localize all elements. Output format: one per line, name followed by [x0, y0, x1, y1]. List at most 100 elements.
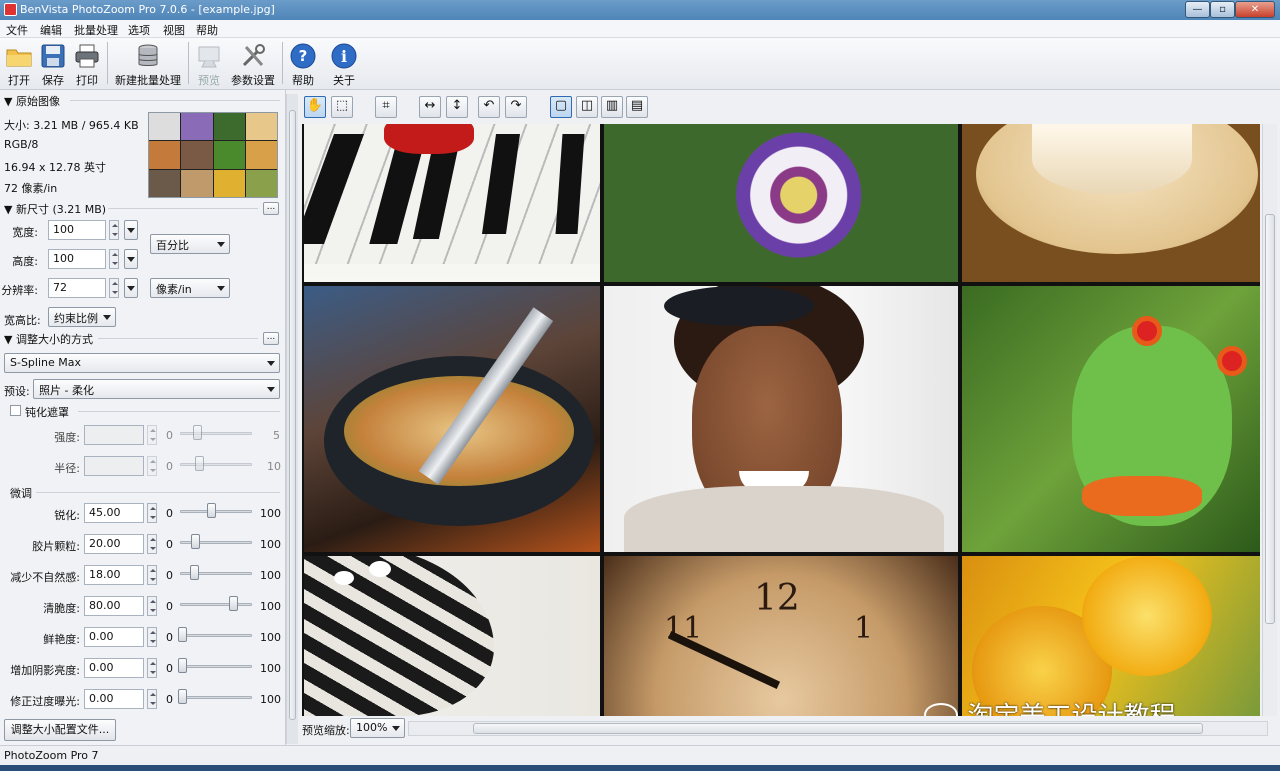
- close-button[interactable]: ✕: [1235, 1, 1275, 18]
- menu-batch[interactable]: 批量处理: [74, 22, 118, 38]
- preview-vertical-scrollbar[interactable]: [1262, 124, 1277, 716]
- height-spinner[interactable]: [109, 249, 119, 269]
- left-panel-scrollbar[interactable]: [286, 94, 298, 744]
- fine-tune-spinner[interactable]: [147, 627, 157, 647]
- single-view-button[interactable]: ▢: [550, 96, 572, 118]
- fit-height-button[interactable]: ↕: [446, 96, 468, 118]
- fine-tune-input[interactable]: 0.00: [84, 689, 144, 709]
- preset-select[interactable]: 照片 - 柔化: [33, 379, 280, 399]
- print-button[interactable]: 打印: [68, 41, 106, 87]
- fine-tune-max: 100: [260, 693, 281, 706]
- about-button[interactable]: i 关于: [325, 41, 363, 87]
- help-button[interactable]: ? 帮助: [284, 41, 322, 87]
- split-view-icon: ◫: [580, 98, 594, 113]
- height-input[interactable]: 100: [48, 249, 106, 269]
- menu-options[interactable]: 选项: [128, 22, 150, 38]
- preview-horizontal-scrollbar[interactable]: [408, 721, 1268, 736]
- original-image-header[interactable]: ▼ 原始图像: [4, 93, 60, 109]
- aspect-select[interactable]: 约束比例: [48, 307, 116, 327]
- unsharp-mask-checkbox[interactable]: [10, 405, 21, 416]
- size-unit-select[interactable]: 百分比: [150, 234, 230, 254]
- resize-profile-button[interactable]: 调整大小配置文件...: [4, 719, 116, 741]
- rotate-right-button[interactable]: ↷: [505, 96, 527, 118]
- rotate-left-button[interactable]: ↶: [478, 96, 500, 118]
- fine-tune-label: 胶片颗粒:: [32, 540, 80, 553]
- fine-tune-spinner[interactable]: [147, 503, 157, 523]
- fine-tune-slider-track[interactable]: [180, 665, 252, 668]
- fine-tune-input[interactable]: 45.00: [84, 503, 144, 523]
- strength-slider-thumb[interactable]: [193, 425, 202, 440]
- fine-tune-slider-track[interactable]: [180, 510, 252, 513]
- resize-method-select[interactable]: S-Spline Max: [4, 353, 280, 373]
- strength-input[interactable]: [84, 425, 144, 445]
- image-preview[interactable]: 12 11 1 淘宝美工设计教程: [302, 124, 1260, 716]
- fine-tune-spinner[interactable]: [147, 596, 157, 616]
- fine-tune-slider-thumb[interactable]: [191, 534, 200, 549]
- width-unit-dropdown[interactable]: [124, 220, 138, 240]
- fine-tune-input[interactable]: 80.00: [84, 596, 144, 616]
- resolution-unit-select[interactable]: 像素/in: [150, 278, 230, 298]
- fine-tune-spinner[interactable]: [147, 689, 157, 709]
- strength-spinner[interactable]: [147, 425, 157, 445]
- radius-spinner[interactable]: [147, 456, 157, 476]
- resolution-spinner[interactable]: [109, 278, 119, 298]
- new-size-header[interactable]: ▼ 新尺寸 (3.21 MB): [4, 201, 106, 217]
- resolution-dropdown[interactable]: [124, 278, 138, 298]
- hand-tool-button[interactable]: ✋: [304, 96, 326, 118]
- fine-tune-spinner[interactable]: [147, 658, 157, 678]
- menu-view[interactable]: 视图: [163, 22, 185, 38]
- fine-tune-slider-thumb[interactable]: [207, 503, 216, 518]
- parameters-button[interactable]: 参数设置: [228, 41, 278, 87]
- fine-tune-slider-track[interactable]: [180, 696, 252, 699]
- fine-tune-slider-track[interactable]: [180, 603, 252, 606]
- fine-tune-min: 0: [166, 662, 173, 675]
- save-button[interactable]: 保存: [34, 41, 72, 87]
- fine-tune-spinner[interactable]: [147, 534, 157, 554]
- fine-tune-slider-track[interactable]: [180, 634, 252, 637]
- fine-tune-slider-thumb[interactable]: [178, 689, 187, 704]
- left-panel-scroll-thumb[interactable]: [289, 110, 296, 720]
- resize-method-header[interactable]: ▼ 调整大小的方式: [4, 331, 93, 347]
- fine-tune-input[interactable]: 20.00: [84, 534, 144, 554]
- radius-input[interactable]: [84, 456, 144, 476]
- radius-slider-thumb[interactable]: [195, 456, 204, 471]
- vertical-scroll-thumb[interactable]: [1265, 214, 1275, 624]
- new-size-options-button[interactable]: ...: [263, 202, 279, 215]
- coffee-cup-photo: [962, 124, 1260, 282]
- open-button[interactable]: 打开: [0, 41, 38, 87]
- stacked-view-button[interactable]: ▤: [626, 96, 648, 118]
- fine-tune-slider-thumb[interactable]: [178, 658, 187, 673]
- maximize-button[interactable]: ▫: [1210, 1, 1235, 18]
- split-view-button[interactable]: ◫: [576, 96, 598, 118]
- fine-tune-slider-thumb[interactable]: [178, 627, 187, 642]
- minimize-button[interactable]: —: [1185, 1, 1210, 18]
- radius-slider-track[interactable]: [180, 463, 252, 466]
- crop-button[interactable]: ⌗: [375, 96, 397, 118]
- strength-slider-track[interactable]: [180, 432, 252, 435]
- menu-help[interactable]: 帮助: [196, 22, 218, 38]
- fit-width-button[interactable]: ↔: [419, 96, 441, 118]
- horizontal-scroll-thumb[interactable]: [473, 723, 1203, 734]
- menu-edit[interactable]: 编辑: [40, 22, 62, 38]
- zoom-select-button[interactable]: ⬚: [331, 96, 353, 118]
- side-by-side-button[interactable]: ▥: [601, 96, 623, 118]
- status-bar: PhotoZoom Pro 7: [0, 745, 1280, 765]
- fine-tune-input[interactable]: 0.00: [84, 658, 144, 678]
- fine-tune-slider-thumb[interactable]: [229, 596, 238, 611]
- resize-method-options-button[interactable]: ...: [263, 332, 279, 345]
- width-spinner[interactable]: [109, 220, 119, 240]
- menu-file[interactable]: 文件: [6, 22, 28, 38]
- fine-tune-input[interactable]: 0.00: [84, 627, 144, 647]
- new-batch-button[interactable]: 新建批量处理: [112, 41, 184, 87]
- fine-tune-input[interactable]: 18.00: [84, 565, 144, 585]
- width-input[interactable]: 100: [48, 220, 106, 240]
- zoom-select[interactable]: 100%: [350, 718, 405, 738]
- height-unit-dropdown[interactable]: [124, 249, 138, 269]
- wechat-icon: [924, 702, 958, 716]
- svg-text:i: i: [341, 47, 347, 66]
- fine-tune-slider-thumb[interactable]: [190, 565, 199, 580]
- strength-label: 强度:: [54, 431, 80, 444]
- preview-button[interactable]: 预览: [190, 41, 228, 87]
- fine-tune-spinner[interactable]: [147, 565, 157, 585]
- resolution-input[interactable]: 72: [48, 278, 106, 298]
